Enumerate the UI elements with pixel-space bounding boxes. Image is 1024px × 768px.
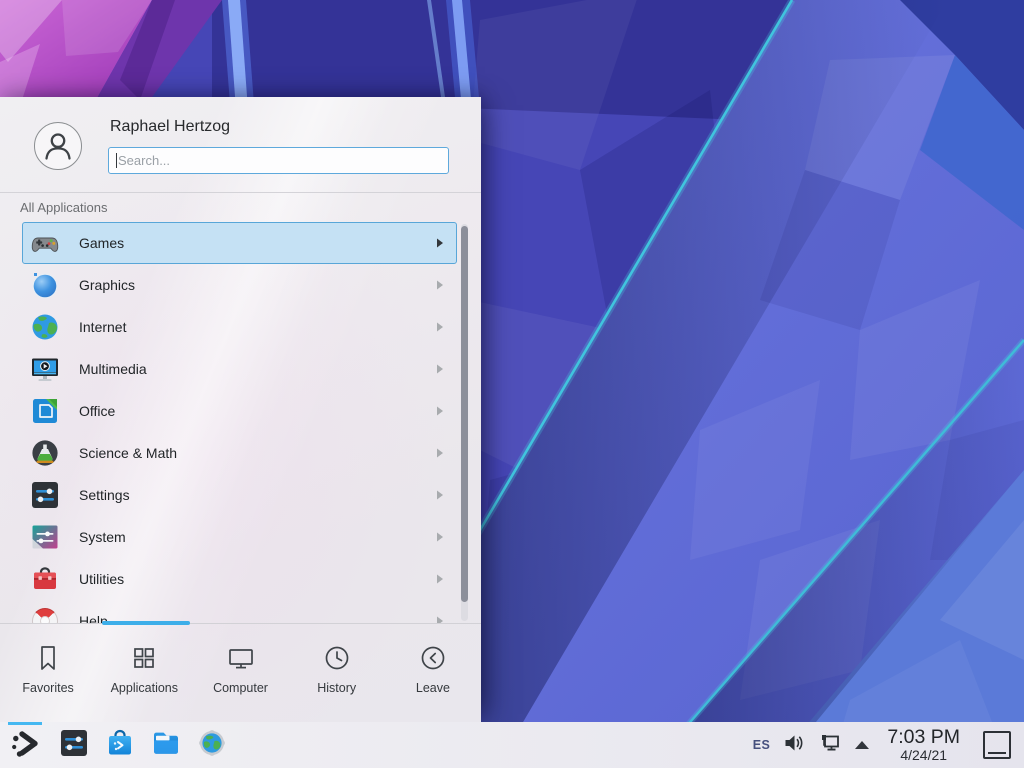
submenu-arrow-icon — [436, 448, 444, 458]
menu-item-label: Office — [79, 403, 436, 419]
menu-item-label: Science & Math — [79, 445, 436, 461]
logout-icon — [418, 643, 448, 673]
taskbar: ES 7:03 PM 4/24/21 — [0, 722, 1024, 768]
active-tab-indicator — [102, 621, 190, 625]
menu-item-label: System — [79, 529, 436, 545]
launcher-active-indicator — [8, 722, 42, 725]
menu-item-label: Settings — [79, 487, 436, 503]
system-settings-button[interactable] — [58, 729, 90, 761]
menu-item-system[interactable]: System — [22, 516, 457, 558]
digital-clock[interactable]: 7:03 PM 4/24/21 — [887, 727, 960, 763]
submenu-arrow-icon — [436, 322, 444, 332]
menu-item-label: Multimedia — [79, 361, 436, 377]
clock-time: 7:03 PM — [887, 727, 960, 748]
menu-item-internet[interactable]: Internet — [22, 306, 457, 348]
graphics-icon — [29, 269, 61, 301]
utilities-icon — [29, 563, 61, 595]
desktop: Raphael Hertzog All Applications — [0, 0, 1024, 768]
tab-label: Favorites — [22, 681, 73, 695]
submenu-arrow-icon — [436, 280, 444, 290]
category-list: Games Graphics — [22, 222, 457, 623]
submenu-arrow-icon — [436, 406, 444, 416]
menu-item-help[interactable]: Help — [22, 600, 457, 623]
tab-label: Leave — [416, 681, 450, 695]
menu-item-games[interactable]: Games — [22, 222, 457, 264]
search-input[interactable] — [108, 147, 449, 174]
submenu-arrow-icon — [436, 490, 444, 500]
tab-leave[interactable]: Leave — [385, 624, 481, 722]
file-manager-button[interactable] — [150, 729, 182, 761]
menu-item-office[interactable]: Office — [22, 390, 457, 432]
user-name: Raphael Hertzog — [110, 118, 230, 136]
tab-applications[interactable]: Applications — [96, 624, 192, 722]
system-settings-icon — [58, 727, 90, 764]
kickoff-icon — [9, 727, 41, 764]
folder-icon — [150, 727, 182, 764]
menu-item-utilities[interactable]: Utilities — [22, 558, 457, 600]
launcher-tab-bar: Favorites Applications C — [0, 623, 481, 722]
help-icon — [29, 605, 61, 623]
scrollbar-thumb[interactable] — [461, 226, 468, 602]
web-browser-button[interactable] — [196, 729, 228, 761]
menu-item-science-math[interactable]: Science & Math — [22, 432, 457, 474]
volume-icon[interactable] — [783, 732, 805, 759]
menu-item-label: Internet — [79, 319, 436, 335]
games-icon — [29, 227, 61, 259]
system-tray: ES 7:03 PM 4/24/21 — [753, 727, 1016, 763]
office-icon — [29, 395, 61, 427]
science-icon — [29, 437, 61, 469]
application-launcher-popup: Raphael Hertzog All Applications — [0, 97, 481, 722]
section-label: All Applications — [20, 200, 107, 215]
globe-gear-icon — [196, 727, 228, 764]
tab-label: Applications — [111, 681, 178, 695]
text-cursor — [116, 153, 117, 168]
menu-item-settings[interactable]: Settings — [22, 474, 457, 516]
bookmark-icon — [33, 643, 63, 673]
submenu-arrow-icon — [436, 616, 444, 623]
tab-favorites[interactable]: Favorites — [0, 624, 96, 722]
menu-item-label: Utilities — [79, 571, 436, 587]
tab-label: History — [317, 681, 356, 695]
application-launcher-button[interactable] — [6, 722, 44, 768]
show-desktop-button[interactable] — [983, 731, 1011, 759]
user-avatar — [34, 122, 82, 170]
expand-tray-icon[interactable] — [855, 741, 869, 749]
menu-item-graphics[interactable]: Graphics — [22, 264, 457, 306]
menu-item-label: Graphics — [79, 277, 436, 293]
submenu-arrow-icon — [436, 574, 444, 584]
discover-button[interactable] — [104, 729, 136, 761]
menu-item-multimedia[interactable]: Multimedia — [22, 348, 457, 390]
clock-date: 4/24/21 — [900, 748, 947, 763]
multimedia-icon — [29, 353, 61, 385]
clock-icon — [322, 643, 352, 673]
launcher-header: Raphael Hertzog — [0, 97, 481, 193]
submenu-arrow-icon — [436, 532, 444, 542]
internet-icon — [29, 311, 61, 343]
tab-history[interactable]: History — [289, 624, 385, 722]
tab-label: Computer — [213, 681, 268, 695]
tab-computer[interactable]: Computer — [192, 624, 288, 722]
system-icon — [29, 521, 61, 553]
keyboard-layout-indicator[interactable]: ES — [753, 738, 771, 752]
wired-network-icon[interactable] — [818, 731, 842, 760]
monitor-icon — [226, 643, 256, 673]
menu-item-label: Games — [79, 235, 436, 251]
submenu-arrow-icon — [436, 238, 444, 248]
grid-icon — [129, 643, 159, 673]
discover-icon — [104, 727, 136, 764]
settings-icon — [29, 479, 61, 511]
submenu-arrow-icon — [436, 364, 444, 374]
